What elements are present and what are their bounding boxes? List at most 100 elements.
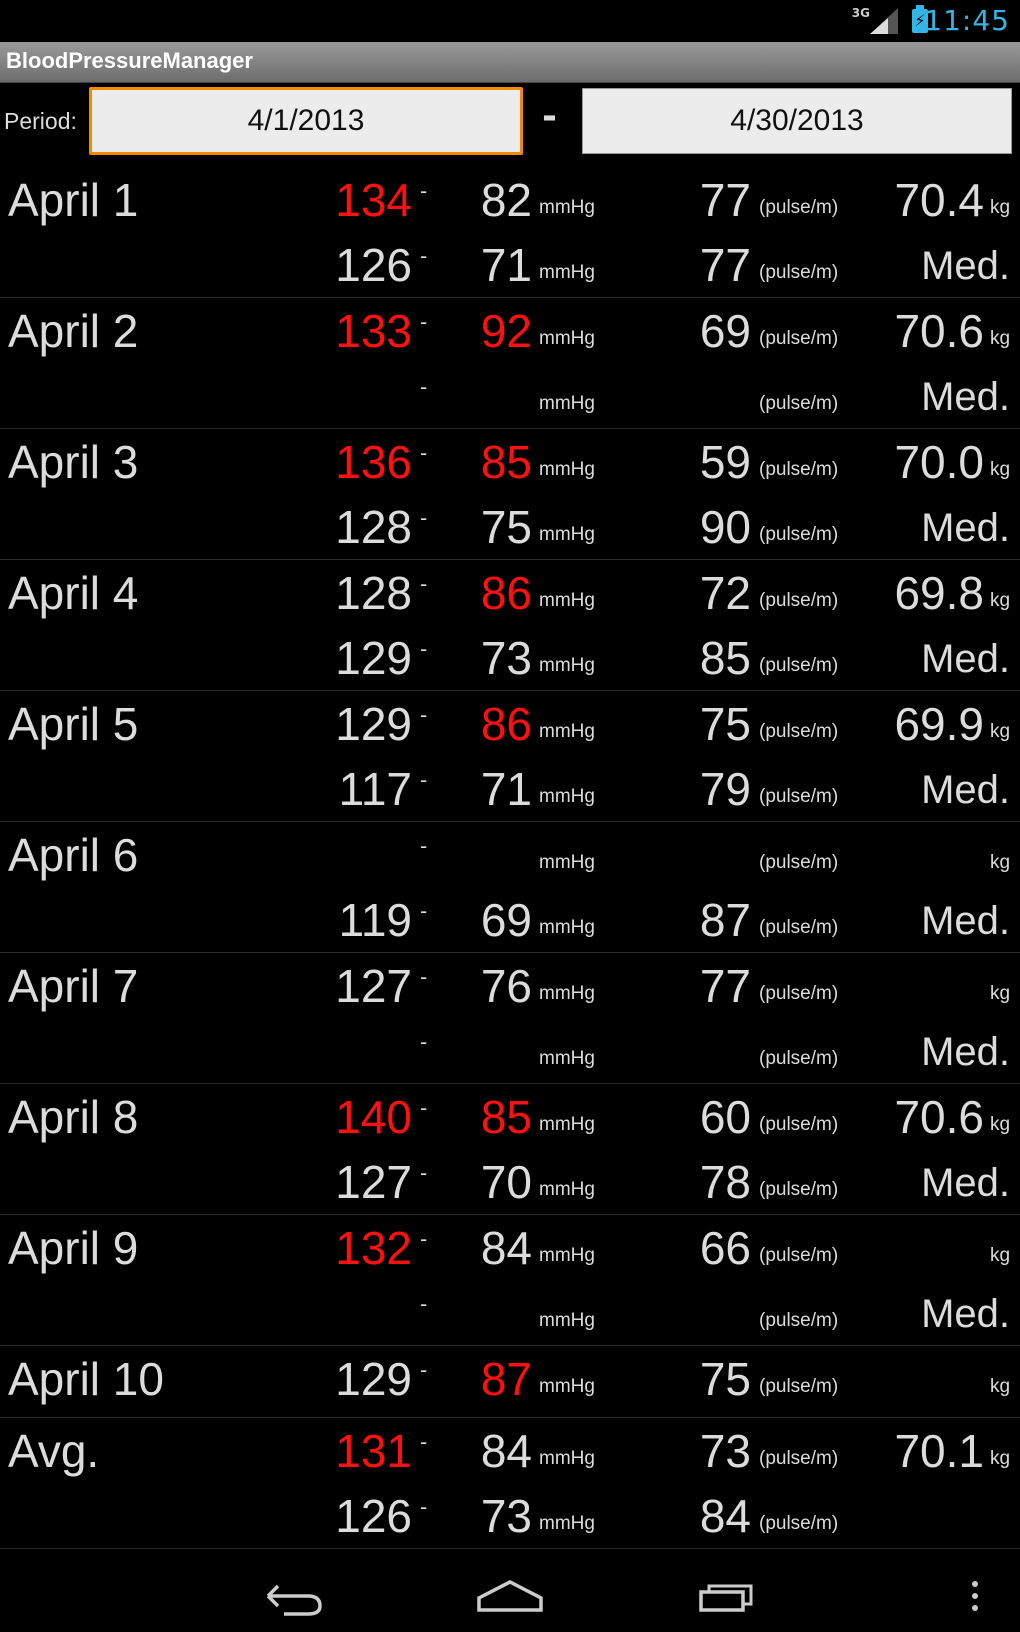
- record-date: April 9: [8, 1222, 139, 1274]
- reading-line-1: April 6 - mmHg (pulse/m) kg: [0, 822, 1020, 888]
- systolic-value: 131: [335, 1425, 412, 1477]
- diastolic-value: 87: [480, 1353, 532, 1405]
- diastolic-value: 86: [480, 698, 532, 750]
- end-date-field[interactable]: 4/30/2013: [582, 88, 1012, 154]
- overflow-menu-icon[interactable]: [960, 1570, 990, 1622]
- bp-separator: -: [420, 1292, 428, 1316]
- diastolic-value: 71: [480, 239, 532, 291]
- record-row[interactable]: April 8 140-85 mmHg 60 (pulse/m) 70.6 kg 127-70…: [0, 1084, 1020, 1215]
- systolic-value: 132: [335, 1222, 412, 1274]
- record-row[interactable]: April 10 129- 87 mmHg 75 (pulse/m) kg: [0, 1346, 1020, 1418]
- pulse-unit: (pulse/m): [759, 459, 839, 480]
- systolic-value: 129: [335, 1353, 412, 1405]
- pulse-unit: (pulse/m): [759, 1513, 839, 1534]
- kg-unit: kg: [990, 1114, 1011, 1135]
- kg-unit: kg: [990, 590, 1011, 611]
- pulse-value: 66: [699, 1222, 751, 1274]
- record-row[interactable]: April 2 133- 92 mmHg 69 (pulse/m) 70.6 kg - mmHg (…: [0, 298, 1020, 429]
- network-type-label: 3G: [851, 6, 870, 20]
- diastolic-value: 82: [480, 174, 532, 226]
- pulse-value: 87: [699, 894, 751, 946]
- bp-separator: -: [420, 1096, 428, 1120]
- kg-unit: kg: [990, 197, 1011, 218]
- record-row[interactable]: April 4 128-86 mmHg 72 (pulse/m) 69.8 kg 129-73…: [0, 560, 1020, 691]
- bp-separator: -: [420, 965, 428, 989]
- mmhg-unit: mmHg: [539, 917, 595, 938]
- back-icon[interactable]: [248, 1570, 338, 1622]
- status-bar: 3G ⚡ 11:45: [0, 0, 1020, 42]
- action-bar: BloodPressureManager: [0, 42, 1020, 83]
- pulse-unit: (pulse/m): [759, 852, 839, 873]
- kg-unit: kg: [990, 328, 1011, 349]
- diastolic-value: 69: [480, 894, 532, 946]
- kg-unit: kg: [990, 459, 1011, 480]
- record-date: April 8: [8, 1091, 139, 1143]
- pulse-value: 59: [699, 436, 751, 488]
- systolic-value: 128: [335, 567, 412, 619]
- reading-line-1: April 9 132- 84 mmHg 66 (pulse/m) kg: [0, 1215, 1020, 1281]
- weight-value: 70.0: [894, 436, 984, 488]
- systolic-value: 126: [335, 239, 412, 291]
- pulse-value: 72: [699, 567, 751, 619]
- pulse-value: 75: [699, 698, 751, 750]
- diastolic-value: 73: [480, 1490, 532, 1542]
- bp-separator: -: [420, 703, 428, 727]
- reading-line-2: 128- 75 mmHg 90 (pulse/m) Med.: [0, 494, 1020, 560]
- mmhg-unit: mmHg: [539, 524, 595, 545]
- start-date-field[interactable]: 4/1/2013: [89, 87, 523, 155]
- record-date: April 6: [8, 829, 139, 881]
- pulse-value: 78: [699, 1156, 751, 1208]
- systolic-value: 127: [335, 1156, 412, 1208]
- home-icon[interactable]: [465, 1570, 555, 1622]
- bp-separator: -: [420, 441, 428, 465]
- bp-separator: -: [420, 1430, 428, 1454]
- period-label: Period:: [4, 108, 77, 134]
- weight-value: 69.8: [894, 567, 984, 619]
- mmhg-unit: mmHg: [539, 786, 595, 807]
- reading-line-1: Avg. 131- 84 mmHg 73 (pulse/m) 70.1 kg: [0, 1418, 1020, 1484]
- pulse-value: 84: [699, 1490, 751, 1542]
- mmhg-unit: mmHg: [539, 1114, 595, 1135]
- bp-separator: -: [420, 1030, 428, 1054]
- weight-value: 70.1: [894, 1425, 984, 1477]
- record-row[interactable]: April 1 134-82 mmHg 77 (pulse/m) 70.4 kg 126-71…: [0, 167, 1020, 298]
- bp-separator: -: [420, 506, 428, 530]
- diastolic-value: 75: [480, 501, 532, 553]
- reading-line-1: April 10 129- 87 mmHg 75 (pulse/m) kg: [0, 1346, 1020, 1412]
- record-row[interactable]: April 5 129-86 mmHg 75 (pulse/m) 69.9 kg 117-71…: [0, 691, 1020, 822]
- reading-line-1: April 3 136- 85 mmHg 59 (pulse/m) 70.0 kg: [0, 429, 1020, 495]
- kg-unit: kg: [990, 852, 1011, 873]
- systolic-value: 133: [335, 305, 412, 357]
- mmhg-unit: mmHg: [539, 1245, 595, 1266]
- record-row[interactable]: April 7 127- 76 mmHg 77 (pulse/m) kg - mmHg (puls…: [0, 953, 1020, 1084]
- record-date: April 7: [8, 960, 139, 1012]
- recent-apps-icon[interactable]: [683, 1570, 773, 1622]
- row-divider: [0, 1548, 1020, 1549]
- medication-label: Med.: [921, 375, 1010, 419]
- pulse-value: 77: [699, 174, 751, 226]
- mmhg-unit: mmHg: [539, 852, 595, 873]
- record-row[interactable]: April 9 132- 84 mmHg 66 (pulse/m) kg - mmHg (puls…: [0, 1215, 1020, 1346]
- pulse-unit: (pulse/m): [759, 1114, 839, 1135]
- mmhg-unit: mmHg: [539, 590, 595, 611]
- mmhg-unit: mmHg: [539, 459, 595, 480]
- reading-line-2: 119- 69 mmHg 87 (pulse/m) Med.: [0, 887, 1020, 953]
- record-date: April 5: [8, 698, 139, 750]
- mmhg-unit: mmHg: [539, 1376, 595, 1397]
- mmhg-unit: mmHg: [539, 197, 595, 218]
- bp-separator: -: [420, 244, 428, 268]
- medication-label: Med.: [921, 1292, 1010, 1336]
- bp-separator: -: [420, 1161, 428, 1185]
- bp-separator: -: [420, 834, 428, 858]
- systolic-value: 136: [335, 436, 412, 488]
- medication-label: Med.: [921, 768, 1010, 812]
- systolic-value: 140: [335, 1091, 412, 1143]
- record-row[interactable]: April 6- mmHg (pulse/m) kg 119-69 mmHg 87 (puls…: [0, 822, 1020, 953]
- systolic-value: 129: [335, 632, 412, 684]
- record-row[interactable]: Avg. 131-84 mmHg 73 (pulse/m) 70.1 kg 126-73 mmH…: [0, 1418, 1020, 1549]
- mmhg-unit: mmHg: [539, 983, 595, 1004]
- kg-unit: kg: [990, 983, 1011, 1004]
- record-row[interactable]: April 3 136-85 mmHg 59 (pulse/m) 70.0 kg 128-75…: [0, 429, 1020, 560]
- mmhg-unit: mmHg: [539, 393, 595, 414]
- pulse-unit: (pulse/m): [759, 262, 839, 283]
